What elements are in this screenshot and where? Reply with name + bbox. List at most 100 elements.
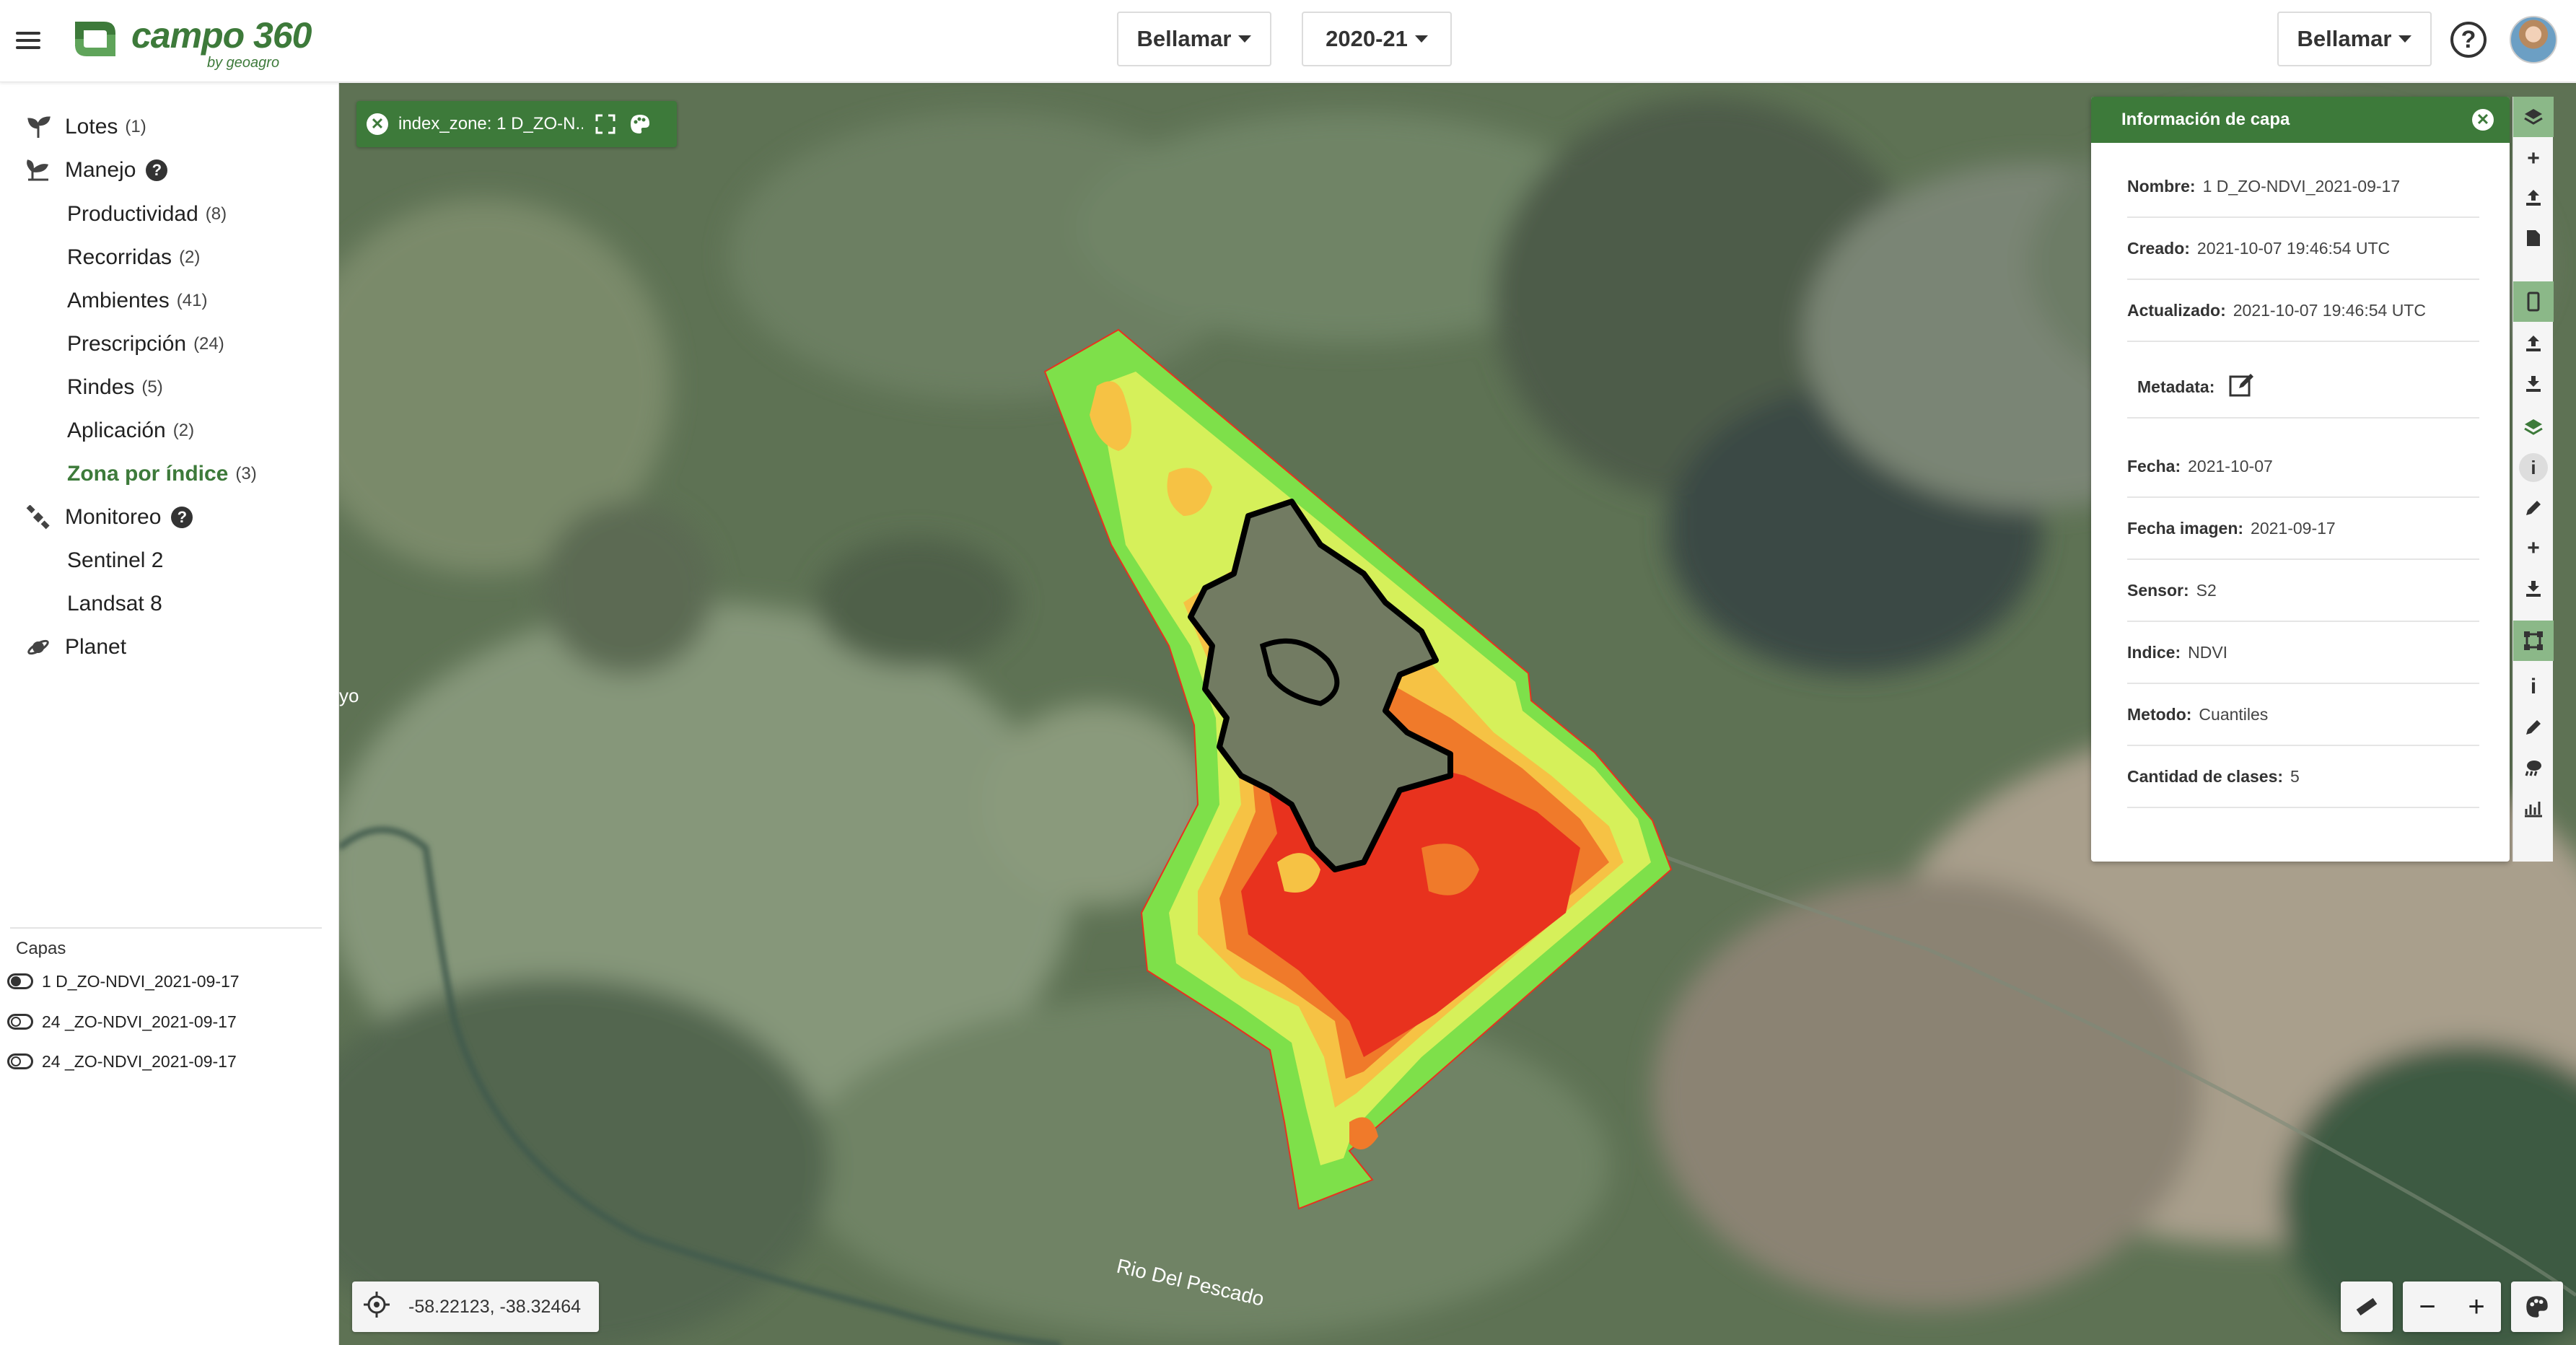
top-bar: campo 360 by geoagro Bellamar 2020-21 Be… xyxy=(0,0,2576,82)
mobile-icon[interactable] xyxy=(2513,281,2554,322)
info-row-fecha-imagen: Fecha imagen: 2021-09-17 xyxy=(2127,498,2479,560)
sidebar-item-count: (8) xyxy=(205,204,227,224)
avatar[interactable] xyxy=(2510,16,2557,63)
coordinates-text: -58.22123, -38.32464 xyxy=(408,1296,582,1317)
sidebar-item-count: (41) xyxy=(176,291,208,310)
tractor-icon xyxy=(25,157,52,184)
palette-icon[interactable] xyxy=(2511,1282,2563,1332)
layer-item[interactable]: 24 _ZO-NDVI_2021-09-17 xyxy=(7,1007,237,1036)
logo-mark-icon xyxy=(75,22,115,56)
right-toolbar: + i + i xyxy=(2513,97,2554,862)
sidebar-item-label: Landsat 8 xyxy=(67,592,162,615)
info-row-metodo: Metodo: Cuantiles xyxy=(2127,684,2479,746)
crosshair-icon[interactable] xyxy=(362,1290,391,1324)
pencil-icon[interactable] xyxy=(2513,488,2554,528)
layers-icon[interactable] xyxy=(2513,407,2554,447)
sidebar-item-label: Rindes xyxy=(67,375,135,399)
sidebar-item-lotes[interactable]: Lotes (1) xyxy=(25,109,146,145)
sidebar-item-label: Ambientes xyxy=(67,289,170,312)
info-icon[interactable]: i xyxy=(2513,667,2554,707)
layer-label: 24 _ZO-NDVI_2021-09-17 xyxy=(42,1012,237,1031)
logo-text: campo 360 xyxy=(131,15,312,56)
add-icon[interactable]: + xyxy=(2513,139,2554,179)
planet-icon xyxy=(25,634,52,661)
info-value: S2 xyxy=(2196,580,2217,600)
info-key: Actualizado: xyxy=(2127,300,2226,320)
info-key: Indice: xyxy=(2127,642,2181,662)
info-row-fecha: Fecha: 2021-10-07 xyxy=(2127,436,2479,498)
sidebar-item-count: (1) xyxy=(125,117,146,136)
sidebar-item-rindes[interactable]: Rindes (5) xyxy=(67,369,163,406)
info-key: Fecha: xyxy=(2127,456,2181,476)
satellite-icon xyxy=(25,504,52,531)
sidebar-item-aplicacion[interactable]: Aplicación (2) xyxy=(67,413,194,449)
help-icon[interactable]: ? xyxy=(2450,22,2487,58)
panel-header: Información de capa ✕ xyxy=(2091,97,2510,143)
chart-icon[interactable] xyxy=(2513,788,2554,828)
sidebar-item-monitoreo[interactable]: Monitoreo? xyxy=(25,499,193,535)
add-icon[interactable]: + xyxy=(2513,528,2554,569)
info-key: Nombre: xyxy=(2127,176,2196,196)
sidebar-item-recorridas[interactable]: Recorridas (2) xyxy=(67,240,200,276)
sidebar-item-sentinel-2[interactable]: Sentinel 2 xyxy=(67,543,163,579)
close-icon[interactable]: ✕ xyxy=(2472,109,2494,131)
company-select[interactable]: Bellamar xyxy=(1117,12,1271,66)
download-icon[interactable] xyxy=(2513,569,2554,609)
upload-icon[interactable] xyxy=(2513,178,2554,218)
info-key: Cantidad de clases: xyxy=(2127,766,2284,786)
close-icon[interactable]: ✕ xyxy=(367,113,388,135)
panel-title: Información de capa xyxy=(2121,110,2290,129)
help-icon[interactable]: ? xyxy=(171,507,193,528)
layer-label: 24 _ZO-NDVI_2021-09-17 xyxy=(42,1051,237,1071)
layers-icon[interactable] xyxy=(2513,97,2554,137)
sidebar-item-productividad[interactable]: Productividad (8) xyxy=(67,196,227,232)
weather-icon[interactable] xyxy=(2513,748,2554,788)
account-select[interactable]: Bellamar xyxy=(2277,12,2432,66)
sidebar-item-count: (5) xyxy=(141,377,163,397)
ruler-icon[interactable] xyxy=(2341,1282,2393,1332)
logo[interactable]: campo 360 by geoagro xyxy=(66,10,312,71)
palette-icon[interactable] xyxy=(628,112,652,136)
zoom-in-button[interactable]: + xyxy=(2468,1291,2484,1323)
layers-title: Capas xyxy=(16,939,66,958)
sidebar-item-label: Prescripción xyxy=(67,332,187,356)
info-icon[interactable]: i xyxy=(2513,447,2554,488)
layer-info-panel: Información de capa ✕ Nombre: 1 D_ZO-NDVI… xyxy=(2091,97,2510,862)
layer-toggle[interactable] xyxy=(7,1014,33,1030)
layer-toggle[interactable] xyxy=(7,973,33,989)
zoom-out-button[interactable]: − xyxy=(2419,1291,2435,1323)
layer-item[interactable]: 1 D_ZO-NDVI_2021-09-17 xyxy=(7,967,240,996)
sidebar-item-manejo[interactable]: Manejo? xyxy=(25,152,168,188)
info-value: 2021-10-07 19:46:54 UTC xyxy=(2233,300,2426,320)
chevron-down-icon xyxy=(1414,35,1428,43)
sidebar-item-ambientes[interactable]: Ambientes (41) xyxy=(67,283,207,319)
upload-icon[interactable] xyxy=(2513,323,2554,364)
info-key: Metadata: xyxy=(2137,377,2215,396)
active-layer-chip[interactable]: ✕ index_zone: 1 D_ZO-N... xyxy=(356,101,677,147)
edit-icon[interactable] xyxy=(2229,372,2255,401)
sidebar-item-zona-por-indice[interactable]: Zona por índice (3) xyxy=(67,456,257,492)
info-value: Cuantiles xyxy=(2199,704,2269,724)
sidebar-item-count: (2) xyxy=(172,421,195,440)
layer-toggle[interactable] xyxy=(7,1053,33,1069)
sidebar-item-landsat-8[interactable]: Landsat 8 xyxy=(67,586,162,622)
polygon-icon[interactable] xyxy=(2513,621,2554,661)
sidebar-item-label: Recorridas xyxy=(67,245,172,269)
season-select[interactable]: 2020-21 xyxy=(1302,12,1452,66)
download-icon[interactable] xyxy=(2513,364,2554,404)
divider xyxy=(10,927,322,929)
sidebar-item-label: Productividad xyxy=(67,202,198,226)
coordinates-box: -58.22123, -38.32464 xyxy=(352,1282,599,1332)
sidebar-item-count: (2) xyxy=(179,247,201,267)
sidebar-item-prescripcion[interactable]: Prescripción (24) xyxy=(67,326,224,362)
menu-icon[interactable] xyxy=(16,27,40,49)
help-icon[interactable]: ? xyxy=(146,159,168,181)
season-select-value: 2020-21 xyxy=(1326,26,1408,51)
pencil-icon[interactable] xyxy=(2513,707,2554,748)
sidebar-item-planet[interactable]: Planet xyxy=(25,629,126,665)
layer-item[interactable]: 24 _ZO-NDVI_2021-09-17 xyxy=(7,1047,237,1076)
info-row-metadata: Metadata: xyxy=(2127,356,2479,419)
document-icon[interactable] xyxy=(2513,218,2554,258)
info-value: 2021-10-07 xyxy=(2188,456,2273,476)
fullscreen-icon[interactable] xyxy=(593,112,618,136)
